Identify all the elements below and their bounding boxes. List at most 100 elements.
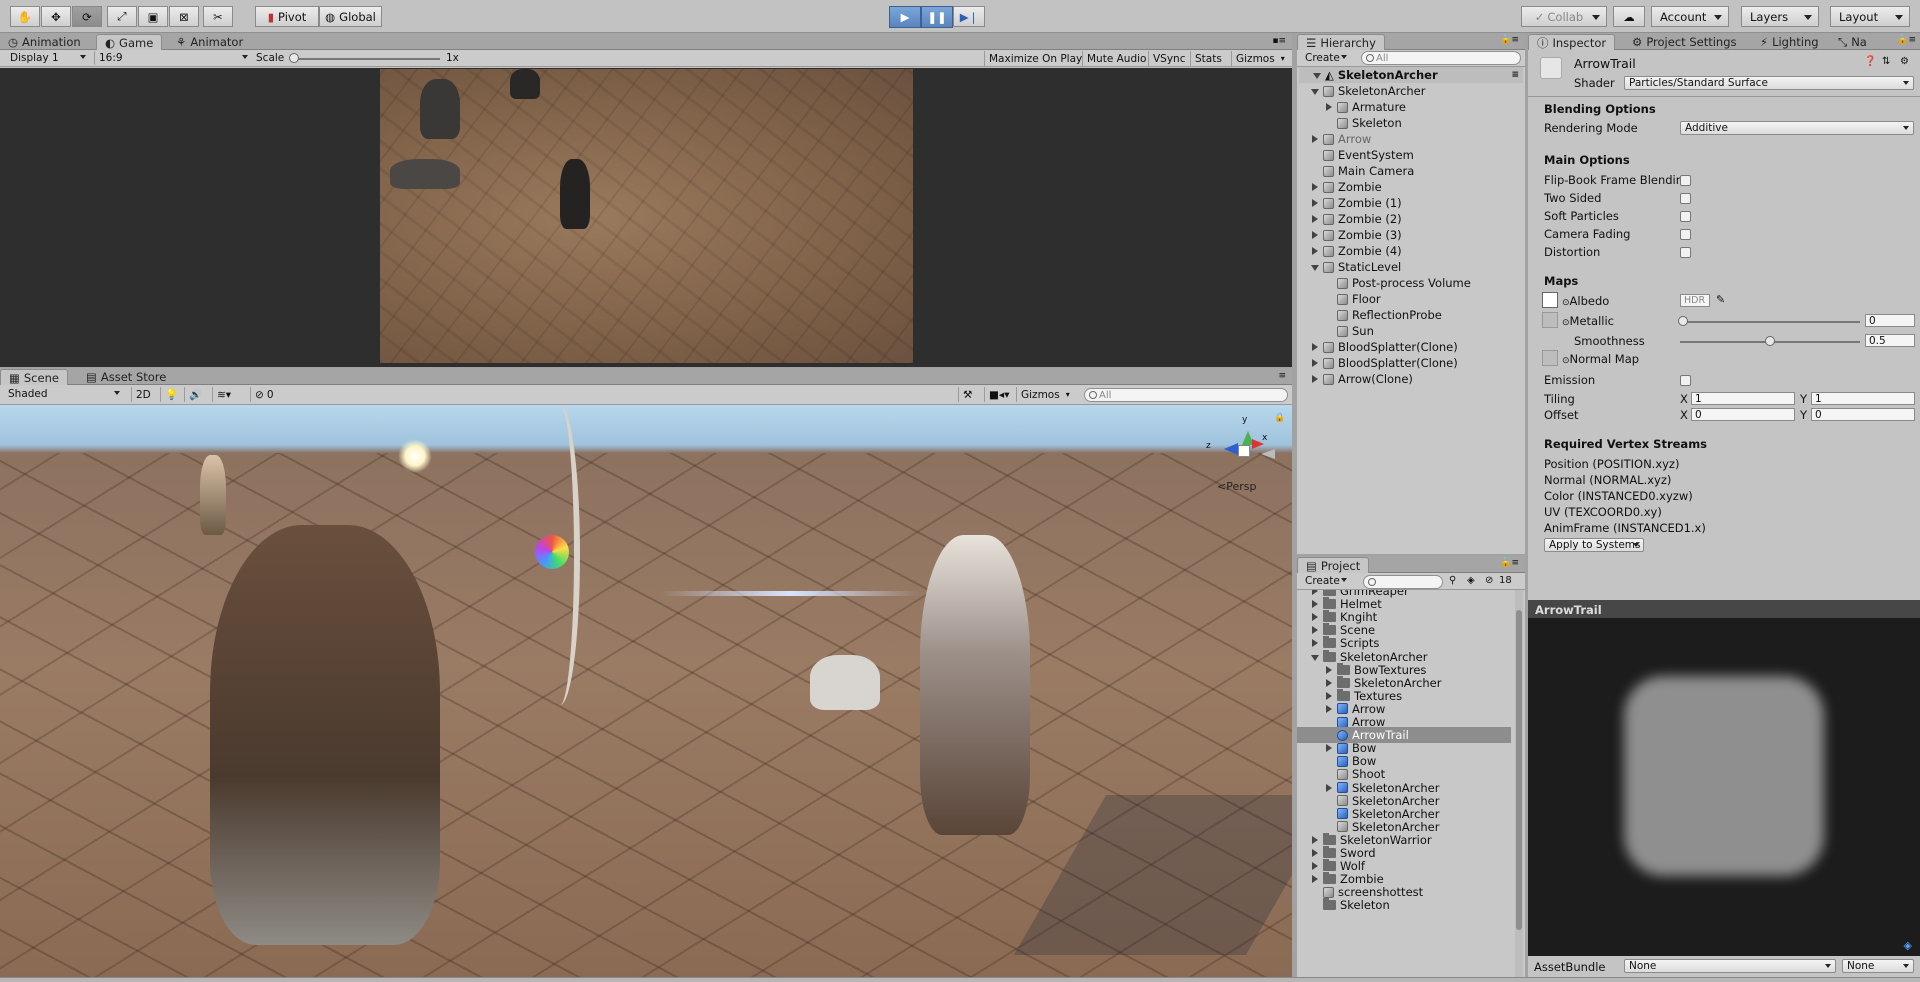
2d-toggle[interactable]: 2D (131, 387, 155, 402)
expand-arrow-icon[interactable] (1311, 359, 1319, 367)
flip-book-checkbox[interactable] (1680, 175, 1691, 186)
scale-slider[interactable] (290, 58, 440, 60)
expand-arrow-icon[interactable] (1325, 678, 1333, 687)
camera-fading-checkbox[interactable] (1680, 229, 1691, 240)
maximize-on-play-button[interactable]: Maximize On Play (984, 51, 1086, 66)
panel-menu-icon[interactable]: ▪≡ (1272, 36, 1286, 46)
layout-dropdown[interactable]: Layout (1830, 6, 1910, 27)
assetbundle-variant-dropdown[interactable]: None (1842, 959, 1914, 973)
scene-tools-button[interactable]: ⚒ (958, 387, 976, 402)
gizmo-neg-x-axis[interactable] (1256, 449, 1275, 459)
metallic-slider-knob[interactable] (1678, 316, 1688, 326)
particle-system-icon[interactable] (535, 535, 569, 569)
hidden-packages-icon[interactable]: ⊘ (1485, 575, 1493, 586)
camera-dropdown[interactable]: ■◂▾ (984, 387, 1013, 402)
orientation-gizmo[interactable]: y z x (1200, 415, 1275, 475)
preset-icon[interactable]: ⇅ (1882, 56, 1890, 67)
hierarchy-item[interactable]: Skeleton (1297, 115, 1523, 131)
expand-arrow-icon[interactable] (1311, 835, 1319, 844)
assetbundle-dropdown[interactable]: None (1624, 959, 1836, 973)
expand-arrow-icon[interactable] (1311, 263, 1319, 271)
distortion-checkbox[interactable] (1680, 247, 1691, 258)
metallic-slider[interactable] (1680, 321, 1860, 323)
tiling-y-field[interactable]: 1 (1811, 392, 1915, 405)
tab-animator[interactable]: ⚘ Animator (168, 34, 251, 50)
expand-arrow-icon[interactable] (1313, 71, 1321, 79)
scene-root-item[interactable]: ◭ SkeletonArcher ≡ (1299, 67, 1523, 83)
hierarchy-item[interactable]: Floor (1297, 291, 1523, 307)
tab-animation[interactable]: ◷ Animation (0, 34, 89, 50)
scene-search-input[interactable]: All (1084, 388, 1288, 402)
smoothness-slider-knob[interactable] (1765, 336, 1775, 346)
expand-arrow-icon[interactable] (1311, 87, 1319, 95)
pivot-toggle[interactable]: ▮ Pivot (255, 6, 319, 27)
hierarchy-create-dropdown[interactable]: Create (1301, 51, 1351, 65)
expand-arrow-icon[interactable] (1311, 183, 1319, 191)
rendering-mode-dropdown[interactable]: Additive (1680, 121, 1914, 135)
layers-dropdown[interactable]: Layers (1741, 6, 1819, 27)
lock-icon[interactable]: 🔒≡ (1500, 558, 1519, 568)
two-sided-checkbox[interactable] (1680, 193, 1691, 204)
expand-arrow-icon[interactable] (1311, 135, 1319, 143)
tab-project[interactable]: ▤ Project (1297, 557, 1370, 573)
emission-checkbox[interactable] (1680, 375, 1691, 386)
scale-tool-icon[interactable]: ⤢ (107, 6, 137, 27)
expand-arrow-icon[interactable] (1311, 199, 1319, 207)
expand-arrow-icon[interactable] (1311, 849, 1319, 857)
collab-dropdown[interactable]: ✓ Collab (1521, 6, 1607, 27)
hierarchy-item[interactable]: Zombie (1) (1297, 195, 1523, 211)
scene-viewport[interactable]: y z x <Persp 🔒 (0, 405, 1292, 977)
lighting-toggle[interactable]: 💡 (160, 387, 182, 402)
filter-type-icon[interactable]: ⚲ (1449, 575, 1456, 586)
smoothness-field[interactable]: 0.5 (1865, 334, 1915, 347)
panel-menu-icon[interactable]: ≡ (1278, 371, 1286, 381)
stats-button[interactable]: Stats (1190, 51, 1226, 66)
move-tool-icon[interactable]: ✥ (41, 6, 71, 27)
expand-arrow-icon[interactable] (1325, 704, 1333, 713)
project-item[interactable]: Skeleton (1297, 897, 1511, 913)
expand-arrow-icon[interactable] (1325, 665, 1333, 674)
custom-tool-icon[interactable]: ✂ (203, 6, 233, 27)
tab-project-settings[interactable]: ⚙ Project Settings (1624, 34, 1744, 50)
account-dropdown[interactable]: Account (1651, 6, 1729, 27)
cloud-button[interactable]: ☁ (1613, 6, 1645, 27)
rect-tool-icon[interactable]: ▣ (138, 6, 168, 27)
help-icon[interactable]: ❓ (1864, 56, 1876, 67)
shading-dropdown[interactable]: Shaded (4, 387, 124, 401)
hierarchy-item[interactable]: EventSystem (1297, 147, 1523, 163)
tab-scene[interactable]: ▦ Scene (0, 369, 68, 385)
hierarchy-item[interactable]: SkeletonArcher (1297, 83, 1523, 99)
scene-gizmos-dropdown[interactable]: Gizmos ▾ (1016, 387, 1074, 402)
offset-x-field[interactable]: 0 (1691, 408, 1795, 421)
pause-button[interactable]: ❚❚ (921, 6, 953, 28)
hand-tool-icon[interactable]: ✋ (10, 6, 40, 27)
display-dropdown[interactable]: Display 1 (6, 51, 90, 65)
tab-game[interactable]: ◐ Game (96, 34, 163, 50)
tab-lighting[interactable]: ⚡ Lighting (1752, 34, 1827, 50)
hierarchy-item[interactable]: Arrow (1297, 131, 1523, 147)
tab-hierarchy[interactable]: ☰ Hierarchy (1297, 34, 1385, 50)
rotate-tool-icon[interactable]: ⟳ (72, 6, 102, 27)
apply-to-systems-button[interactable]: Apply to Systems (1544, 538, 1644, 552)
gizmos-button[interactable]: Gizmos ▾ (1231, 51, 1289, 66)
vsync-button[interactable]: VSync (1148, 51, 1190, 66)
expand-arrow-icon[interactable] (1311, 653, 1319, 661)
settings-gear-icon[interactable]: ⚙ (1900, 56, 1909, 67)
material-preview-area[interactable]: ◈ (1528, 618, 1920, 956)
hierarchy-item[interactable]: Zombie (4) (1297, 243, 1523, 259)
soft-particles-checkbox[interactable] (1680, 211, 1691, 222)
metallic-field[interactable]: 0 (1865, 314, 1915, 327)
expand-arrow-icon[interactable] (1311, 590, 1319, 595)
hierarchy-item[interactable]: Post-process Volume (1297, 275, 1523, 291)
expand-arrow-icon[interactable] (1311, 215, 1319, 223)
audio-toggle[interactable]: 🔊 (184, 387, 206, 402)
expand-arrow-icon[interactable] (1311, 639, 1319, 648)
hidden-objects-toggle[interactable]: ⊘ 0 (250, 387, 278, 402)
project-scrollbar-thumb[interactable] (1516, 610, 1522, 930)
hierarchy-item[interactable]: Zombie (3) (1297, 227, 1523, 243)
normal-map-texture-slot[interactable] (1542, 350, 1558, 366)
expand-arrow-icon[interactable] (1325, 744, 1333, 753)
expand-arrow-icon[interactable] (1311, 613, 1319, 622)
lock-icon[interactable]: 🔒 (1274, 413, 1285, 423)
lock-icon[interactable]: 🔒≡ (1500, 35, 1519, 45)
